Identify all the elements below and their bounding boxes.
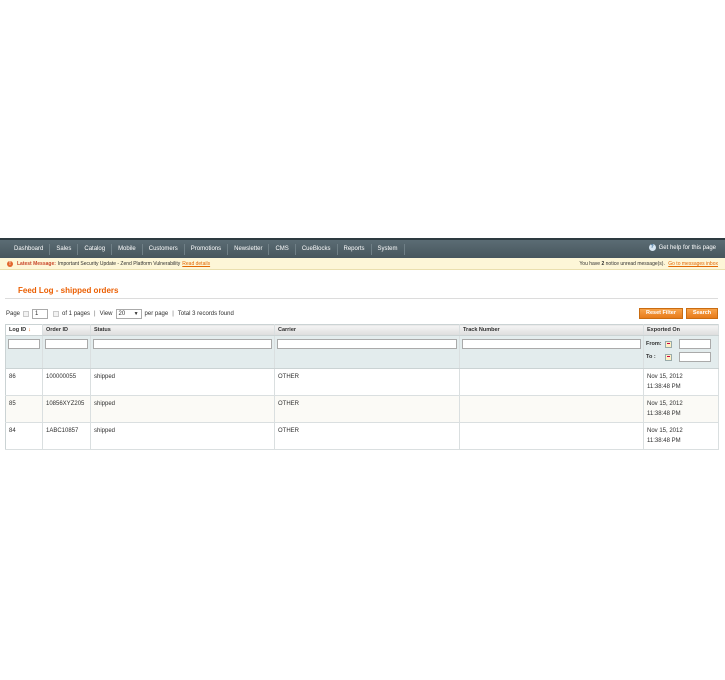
- cell-order-id: 1ABC10857: [42, 422, 91, 450]
- message-label: Latest Message:: [17, 260, 56, 267]
- view-label: View: [99, 311, 113, 317]
- exported-date: Nov 15, 2012: [647, 374, 683, 380]
- date-from-row: From:: [646, 339, 716, 349]
- filter-track-number-input[interactable]: [462, 339, 641, 349]
- cell-exported-on: Nov 15, 2012 11:38:48 PM: [643, 395, 719, 423]
- page-title: Feed Log - shipped orders: [18, 286, 119, 295]
- cell-track-number: [459, 368, 644, 396]
- nav-sales[interactable]: Sales: [50, 243, 79, 255]
- cell-status: shipped: [90, 395, 275, 423]
- filter-log-id-input[interactable]: [8, 339, 40, 349]
- column-label: Log ID: [9, 327, 27, 333]
- prev-page-icon[interactable]: [23, 311, 30, 317]
- exported-time: 11:38:48 PM: [647, 384, 681, 390]
- message-text: Important Security Update - Zend Platfor…: [57, 260, 181, 267]
- cell-track-number: [459, 395, 644, 423]
- cell-order-id: 10856XYZ205: [42, 395, 91, 423]
- cell-log-id: 85: [5, 395, 43, 423]
- read-details-link[interactable]: Read details: [182, 261, 210, 267]
- filter-cell: [42, 335, 91, 369]
- admin-app: Dashboard Sales Catalog Mobile Customers…: [0, 238, 725, 450]
- exported-date: Nov 15, 2012: [647, 401, 683, 407]
- table-row[interactable]: 85 10856XYZ205 shipped OTHER Nov 15, 201…: [5, 395, 719, 423]
- cell-status: shipped: [90, 422, 275, 450]
- of-pages: of 1 pages: [62, 311, 91, 317]
- column-header-carrier[interactable]: Carrier: [274, 324, 460, 336]
- filter-cell: From: To :: [643, 335, 719, 369]
- filter-status-input[interactable]: [93, 339, 272, 349]
- cell-exported-on: Nov 15, 2012 11:38:48 PM: [643, 422, 719, 450]
- nav-mobile[interactable]: Mobile: [112, 243, 143, 255]
- nav-cueblocks[interactable]: CueBlocks: [296, 243, 338, 255]
- date-to-input[interactable]: [679, 352, 711, 362]
- warning-icon: !: [7, 260, 13, 267]
- column-header-log-id[interactable]: Log ID ↓: [5, 324, 43, 336]
- from-label: From:: [646, 341, 662, 347]
- cell-exported-on: Nov 15, 2012 11:38:48 PM: [643, 368, 719, 396]
- unread-notice: You have 2 notice unread message(s). Go …: [579, 261, 718, 267]
- per-page-select[interactable]: 20 ▼: [115, 309, 142, 319]
- table-row[interactable]: 84 1ABC10857 shipped OTHER Nov 15, 2012 1…: [5, 422, 719, 450]
- feed-log-grid: Log ID ↓ Order ID Status Carrier Track Nu…: [5, 324, 719, 450]
- filter-cell: [274, 335, 460, 369]
- table-row[interactable]: 86 100000055 shipped OTHER Nov 15, 2012 1…: [5, 368, 719, 396]
- nav-system[interactable]: System: [372, 243, 405, 255]
- nav-reports[interactable]: Reports: [338, 243, 372, 255]
- help-link[interactable]: ? Get help for this page: [648, 244, 716, 251]
- unread-prefix: You have: [579, 261, 601, 267]
- help-icon: ?: [648, 244, 656, 251]
- sort-arrow-icon: ↓: [28, 327, 31, 333]
- nav-customers[interactable]: Customers: [143, 243, 185, 255]
- main-nav: Dashboard Sales Catalog Mobile Customers…: [0, 238, 725, 258]
- filter-carrier-input[interactable]: [277, 339, 457, 349]
- per-page-value: 20: [118, 311, 126, 317]
- cell-log-id: 86: [5, 368, 43, 396]
- pager-separator: |: [172, 311, 174, 317]
- nav-dashboard[interactable]: Dashboard: [8, 243, 51, 255]
- filter-cell: [459, 335, 644, 369]
- help-label: Get help for this page: [658, 244, 716, 251]
- records-count: Total 3 records found: [177, 311, 234, 317]
- pager-separator: |: [94, 311, 96, 317]
- column-header-track-number[interactable]: Track Number: [459, 324, 644, 336]
- message-bar: ! Latest Message: Important Security Upd…: [0, 258, 725, 270]
- to-label: To :: [646, 354, 656, 360]
- cell-carrier: OTHER: [274, 368, 460, 396]
- per-page-label: per page: [144, 311, 169, 317]
- exported-time: 11:38:48 PM: [647, 438, 681, 444]
- calendar-icon[interactable]: [665, 353, 672, 361]
- cell-track-number: [459, 422, 644, 450]
- page-label: Page: [6, 311, 21, 317]
- cell-log-id: 84: [5, 422, 43, 450]
- cell-carrier: OTHER: [274, 422, 460, 450]
- column-header-exported-on[interactable]: Exported On: [643, 324, 719, 336]
- filter-cell: [5, 335, 43, 369]
- date-to-row: To :: [646, 352, 716, 362]
- cell-status: shipped: [90, 368, 275, 396]
- pager: Page 1 of 1 pages | View 20 ▼ per page |…: [6, 309, 234, 319]
- nav-cms[interactable]: CMS: [269, 243, 296, 255]
- unread-suffix: notice unread message(s).: [605, 261, 665, 267]
- calendar-icon[interactable]: [665, 340, 672, 348]
- filter-order-id-input[interactable]: [45, 339, 88, 349]
- page-input[interactable]: 1: [32, 309, 49, 319]
- cell-carrier: OTHER: [274, 395, 460, 423]
- column-header-status[interactable]: Status: [90, 324, 275, 336]
- column-header-order-id[interactable]: Order ID: [42, 324, 91, 336]
- nav-catalog[interactable]: Catalog: [78, 243, 113, 255]
- exported-time: 11:38:48 PM: [647, 411, 681, 417]
- nav-promotions[interactable]: Promotions: [185, 243, 229, 255]
- next-page-icon[interactable]: [53, 311, 60, 317]
- exported-date: Nov 15, 2012: [647, 428, 683, 434]
- unread-count: 2: [601, 261, 605, 267]
- nav-newsletter[interactable]: Newsletter: [228, 243, 270, 255]
- date-from-input[interactable]: [679, 339, 711, 349]
- cell-order-id: 100000055: [42, 368, 91, 396]
- filter-cell: [90, 335, 275, 369]
- reset-filter-button[interactable]: Reset Filter: [639, 308, 683, 319]
- search-button[interactable]: Search: [686, 308, 718, 319]
- title-divider: [5, 298, 718, 299]
- messages-inbox-link[interactable]: Go to messages inbox: [668, 261, 718, 267]
- chevron-down-icon: ▼: [133, 311, 139, 317]
